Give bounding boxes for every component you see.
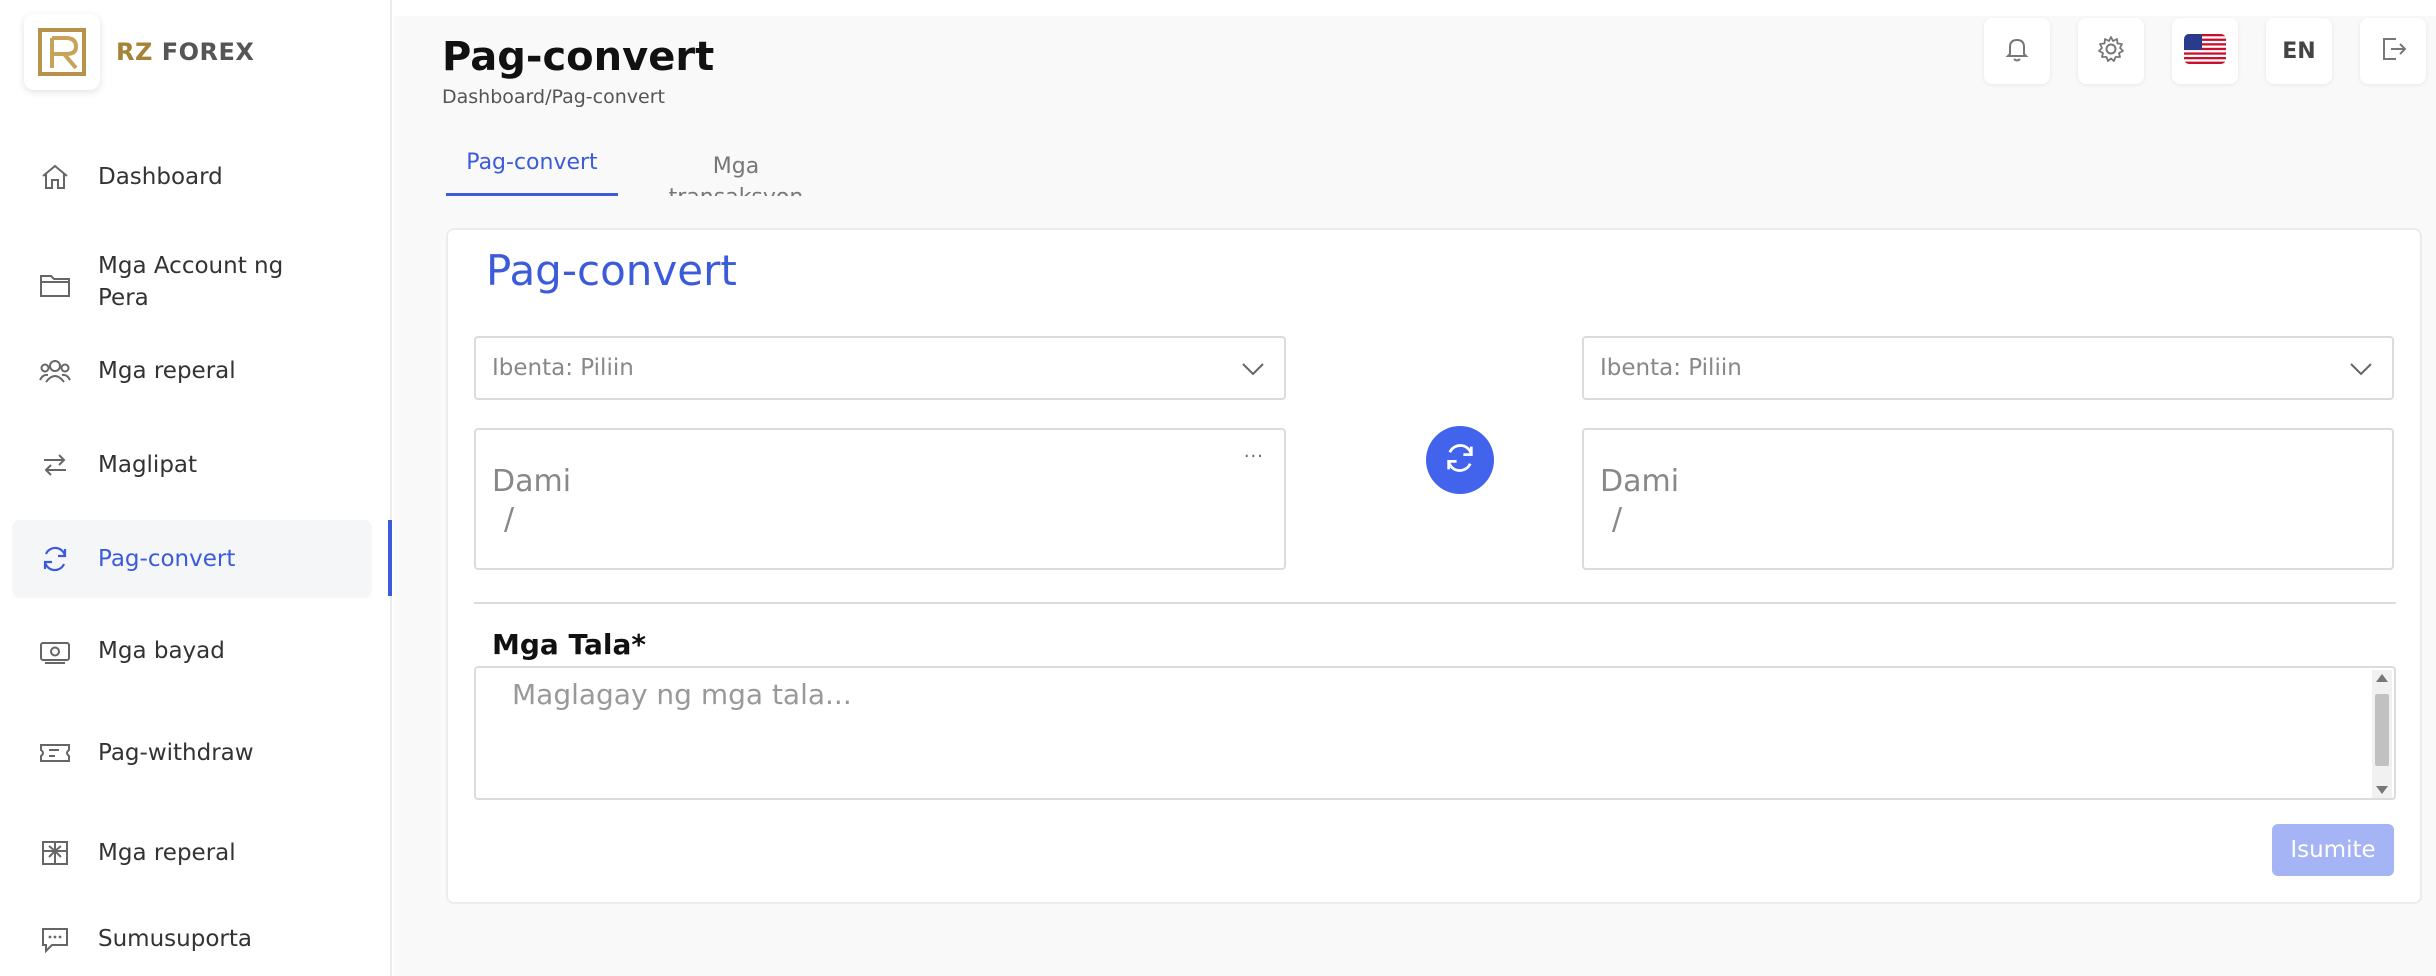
notes-field[interactable]: [474, 666, 2396, 800]
sell-from-select[interactable]: Ibenta: Piliin: [474, 336, 1286, 400]
more-icon[interactable]: ···: [1244, 446, 1264, 467]
sidebar-item-label: Mga reperal: [98, 839, 236, 866]
sidebar-item-dashboard[interactable]: Dashboard: [12, 138, 372, 216]
bell-icon: [2002, 34, 2032, 68]
sidebar-item-label: Mga reperal: [98, 357, 236, 384]
users-icon: [38, 354, 72, 388]
sidebar-item-convert[interactable]: Pag-convert: [12, 520, 372, 598]
amount-from-input[interactable]: Dami / ···: [474, 428, 1286, 570]
logo[interactable]: RZ FOREX: [24, 14, 254, 90]
notes-label: Mga Tala*: [492, 628, 647, 661]
notes-textarea[interactable]: [476, 668, 2372, 798]
tab-transactions[interactable]: Mga transaksyon: [656, 152, 816, 196]
chevron-down-icon: [1240, 356, 1266, 386]
amount-label: Dami: [1600, 464, 1680, 499]
active-indicator: [388, 520, 392, 596]
cash-icon: [38, 634, 72, 668]
amount-label: Dami: [492, 464, 572, 499]
gear-icon: [2096, 34, 2126, 68]
sidebar-item-payments[interactable]: Mga bayad: [12, 612, 372, 690]
swap-button[interactable]: [1426, 426, 1494, 494]
convert-card: Pag-convert Ibenta: Piliin Ibenta: Pilii…: [446, 228, 2422, 904]
sidebar-item-referrals-2[interactable]: Mga reperal: [12, 814, 372, 892]
ticket-icon: [38, 736, 72, 770]
brand-name: RZ FOREX: [116, 38, 255, 66]
logout-button[interactable]: [2360, 18, 2426, 84]
select-text: Ibenta: Piliin: [1600, 355, 1742, 381]
sidebar-item-support[interactable]: Sumusuporta: [12, 900, 372, 976]
logo-icon: [24, 14, 100, 90]
language-label: EN: [2282, 38, 2316, 64]
scroll-thumb[interactable]: [2375, 694, 2389, 766]
refresh-icon: [38, 542, 72, 576]
sidebar-item-accounts[interactable]: Mga Account ng Pera: [12, 242, 372, 332]
sidebar-item-referrals[interactable]: Mga reperal: [12, 332, 372, 410]
submit-button[interactable]: Isumite: [2272, 824, 2394, 876]
page-title: Pag-convert: [442, 34, 715, 80]
sidebar-item-label: Pag-convert: [98, 545, 236, 572]
notification-button[interactable]: [1984, 18, 2050, 84]
home-icon: [38, 160, 72, 194]
tab-convert[interactable]: Pag-convert: [446, 150, 618, 196]
gift-icon: [38, 836, 72, 870]
folder-icon: [38, 268, 72, 302]
language-flag-button[interactable]: [2172, 18, 2238, 84]
sidebar-item-transfer[interactable]: Maglipat: [12, 426, 372, 504]
us-flag-icon: [2184, 34, 2226, 68]
card-title: Pag-convert: [486, 246, 737, 295]
sidebar-item-label: Pag-withdraw: [98, 739, 254, 766]
sidebar-item-withdraw[interactable]: Pag-withdraw: [12, 714, 372, 792]
scroll-up-icon[interactable]: [2376, 674, 2388, 682]
divider: [474, 602, 2396, 604]
logout-icon: [2378, 34, 2408, 68]
chevron-down-icon: [2348, 356, 2374, 386]
amount-to-input[interactable]: Dami /: [1582, 428, 2394, 570]
sidebar-item-label: Sumusuporta: [98, 925, 252, 952]
sidebar-item-label: Dashboard: [98, 163, 223, 190]
breadcrumb[interactable]: Dashboard/Pag-convert: [442, 86, 665, 108]
sidebar: RZ FOREX Dashboard Mga Account ng Pera M…: [0, 0, 392, 976]
sidebar-item-label: Mga Account ng Pera: [98, 253, 284, 312]
swap-icon: [1443, 441, 1477, 479]
main-content: Pag-convert Dashboard/Pag-convert EN Pag…: [394, 16, 2436, 976]
sidebar-item-label: Maglipat: [98, 451, 198, 478]
language-button[interactable]: EN: [2266, 18, 2332, 84]
amount-currency: /: [1612, 502, 1623, 537]
amount-currency: /: [504, 502, 515, 537]
sell-to-select[interactable]: Ibenta: Piliin: [1582, 336, 2394, 400]
transfer-icon: [38, 448, 72, 482]
notes-scrollbar[interactable]: [2372, 670, 2392, 798]
settings-button[interactable]: [2078, 18, 2144, 84]
scroll-down-icon[interactable]: [2376, 786, 2388, 794]
select-text: Ibenta: Piliin: [492, 355, 634, 381]
sidebar-item-label: Mga bayad: [98, 637, 225, 664]
chat-icon: [38, 922, 72, 956]
